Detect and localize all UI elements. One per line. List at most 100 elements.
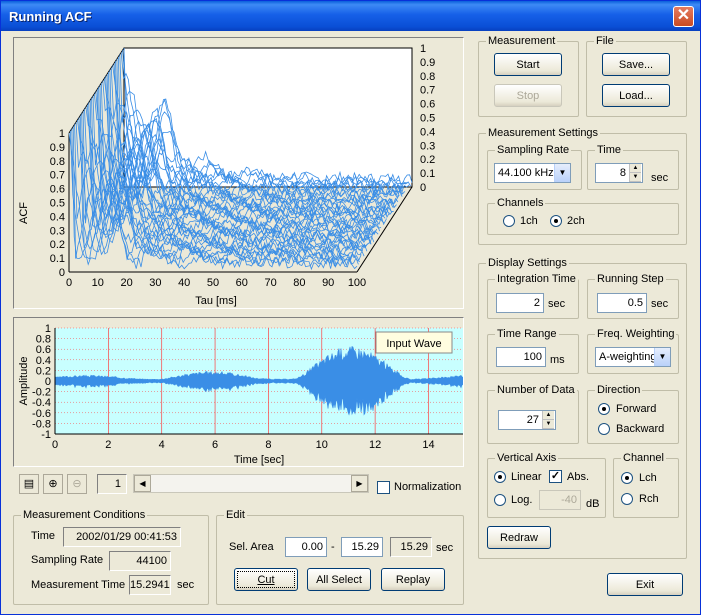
linear-radio[interactable] (494, 471, 506, 483)
condition-time-label: Time (31, 530, 56, 542)
wave-xlabel: Time [sec] (234, 454, 284, 466)
ch1-radio[interactable] (503, 215, 515, 227)
forward-radio[interactable] (598, 403, 610, 415)
spin-down-icon: ▼ (543, 420, 554, 429)
condition-measurement-time-unit: sec (177, 579, 195, 591)
sel-area-dash: - (331, 541, 335, 553)
exit-button[interactable]: Exit (607, 573, 683, 596)
start-button[interactable]: Start (494, 53, 562, 76)
log-db-input[interactable]: -40 (539, 490, 581, 510)
lch-radio[interactable] (621, 472, 633, 484)
number-of-data-stepper[interactable]: ▲ ▼ (542, 411, 554, 429)
exit-button-label: Exit (635, 578, 655, 591)
acf-x-tick-label: 100 (348, 277, 366, 289)
abs-label: Abs. (567, 471, 590, 483)
measurement-settings-legend: Measurement Settings (486, 127, 601, 139)
scroll-right-button[interactable]: ▶ (351, 475, 368, 492)
freq-weighting-select[interactable]: A-weighting ▼ (595, 347, 671, 367)
load-button-label: Load... (619, 89, 653, 102)
acf-xlabel: Tau [ms] (195, 295, 237, 307)
backward-radio[interactable] (598, 423, 610, 435)
redraw-button[interactable]: Redraw (487, 526, 551, 549)
file-legend: File (594, 35, 616, 47)
spin-down-icon: ▼ (630, 173, 641, 182)
running-step-unit: sec (651, 298, 669, 310)
replay-button[interactable]: Replay (381, 568, 445, 591)
save-button[interactable]: Save... (602, 53, 670, 76)
sel-area-from-input[interactable]: 0.00 (285, 537, 327, 557)
ch2-radio[interactable] (550, 215, 562, 227)
window-title: Running ACF (9, 9, 92, 24)
channel-legend: Channel (621, 452, 666, 464)
time-scrollbar[interactable]: ◀ ▶ (133, 474, 369, 493)
acf-left-tick-label: 1 (59, 128, 65, 140)
condition-measurement-time-label: Measurement Time (31, 579, 126, 591)
channels-legend: Channels (495, 197, 546, 209)
channel-group: Channel (613, 452, 679, 518)
fit-view-button[interactable]: ▤ (19, 474, 39, 494)
scroll-left-button[interactable]: ◀ (134, 475, 151, 492)
rch-radio[interactable] (621, 493, 633, 505)
acf-x-tick-label: 50 (207, 277, 219, 289)
wave-chart-panel: 1 0.8 0.6 0.4 0.2 0 -0.2 -0.4 -0.6 -0.8 -1 0 2 4 6 8 10… (13, 317, 464, 467)
forward-label: Forward (616, 403, 657, 415)
acf-right-tick-label: 0.1 (420, 168, 435, 180)
spin-up-icon: ▲ (543, 411, 554, 420)
ch2-label: 2ch (567, 215, 585, 227)
direction-group: Direction (587, 384, 679, 444)
sampling-rate-select[interactable]: 44.100 kHz ▼ (494, 163, 571, 183)
wave-x-tick-label: 8 (265, 439, 271, 451)
acf-left-tick-label: 0.7 (50, 170, 65, 182)
sampling-rate-value: 44.100 kHz (498, 167, 554, 179)
stop-button[interactable]: Stop (494, 84, 562, 107)
time-range-input[interactable]: 100 (496, 347, 546, 367)
close-button[interactable]: ✕ (673, 6, 694, 27)
all-select-button-label: All Select (316, 573, 362, 586)
acf-right-tick-label: 0.7 (420, 85, 435, 97)
zoom-out-button[interactable]: ⊖ (67, 474, 87, 494)
zoom-in-button[interactable]: ⊕ (43, 474, 63, 494)
time-stepper[interactable]: ▲ ▼ (629, 164, 641, 182)
chevron-down-icon: ▼ (554, 164, 570, 182)
acf-left-tick-label: 0.8 (50, 156, 65, 168)
direction-legend: Direction (595, 384, 643, 396)
acf-right-tick-label: 1 (420, 43, 426, 55)
backward-label: Backward (616, 423, 665, 435)
time-range-legend: Time Range (495, 328, 559, 340)
wave-legend: Input Wave (386, 338, 441, 350)
all-select-button[interactable]: All Select (307, 568, 371, 591)
lch-label: Lch (639, 472, 657, 484)
acf-left-tick-label: 0.3 (50, 225, 65, 237)
log-radio[interactable] (494, 494, 506, 506)
acf-left-tick-label: 0 (59, 267, 65, 279)
acf-right-tick-label: 0.4 (420, 126, 435, 138)
rch-label: Rch (639, 493, 659, 505)
sel-area-length-value: 15.29 (390, 537, 432, 557)
edit-group: Edit (216, 509, 464, 605)
zoom-in-icon: ⊕ (48, 478, 58, 490)
wave-x-tick-label: 2 (105, 439, 111, 451)
acf-right-tick-label: 0.5 (420, 113, 435, 125)
redraw-button-label: Redraw (500, 531, 538, 544)
acf-right-tick-label: 0.3 (420, 140, 435, 152)
running-step-input[interactable]: 0.5 (597, 293, 647, 313)
sel-area-to-input[interactable]: 15.29 (341, 537, 383, 557)
load-button[interactable]: Load... (602, 84, 670, 107)
acf-left-tick-label: 0.6 (50, 184, 65, 196)
normalization-checkbox[interactable] (377, 481, 390, 494)
acf-x-tick-label: 20 (120, 277, 132, 289)
spin-up-icon: ▲ (630, 164, 641, 173)
condition-time-value: 2002/01/29 00:41:53 (63, 527, 181, 547)
sampling-rate-legend: Sampling Rate (495, 144, 572, 156)
acf-x-tick-label: 30 (149, 277, 161, 289)
cut-button[interactable]: Cut (234, 568, 298, 591)
acf-right-tick-label: 0 (420, 182, 426, 194)
integration-time-unit: sec (548, 298, 566, 310)
sel-area-unit: sec (436, 542, 454, 554)
fit-view-icon: ▤ (23, 478, 35, 490)
start-button-label: Start (516, 58, 540, 71)
abs-checkbox[interactable]: ✓ (549, 470, 562, 483)
log-db-unit: dB (586, 498, 600, 510)
acf-left-tick-label: 0.4 (50, 211, 65, 223)
integration-time-input[interactable]: 2 (496, 293, 544, 313)
